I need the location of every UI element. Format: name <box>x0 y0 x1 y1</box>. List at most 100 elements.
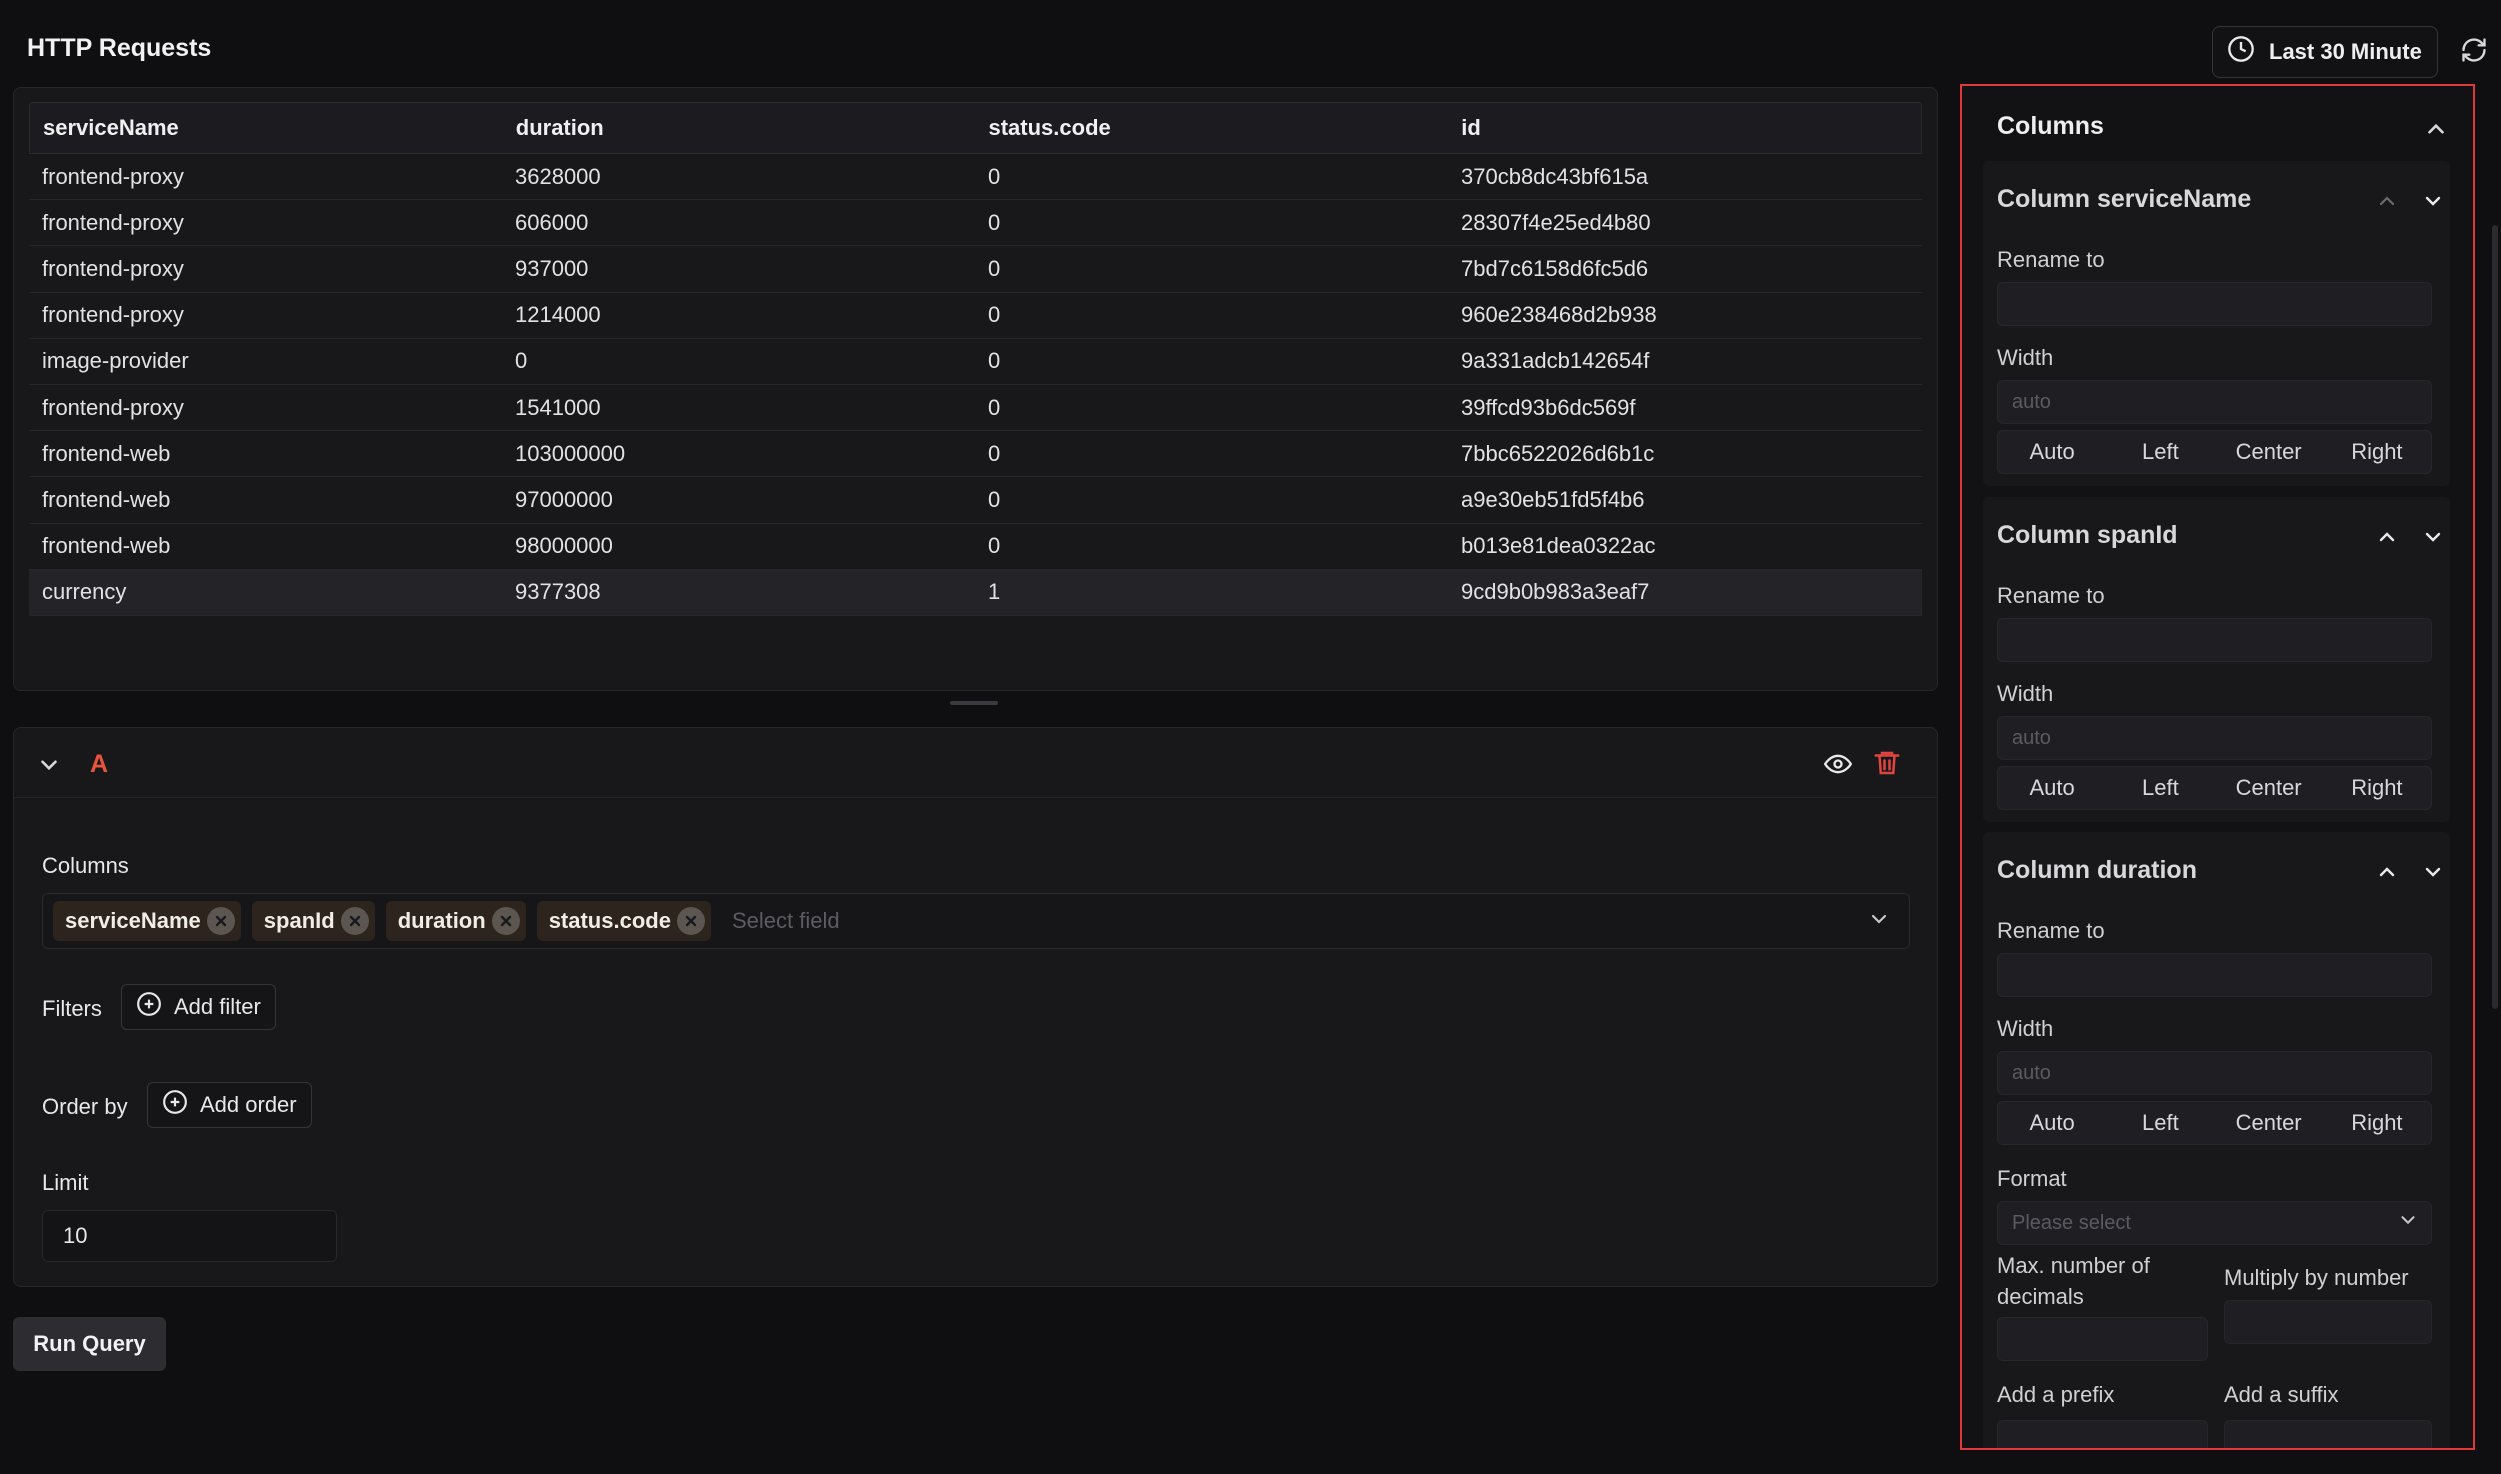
select-field-placeholder[interactable]: Select field <box>732 908 1856 934</box>
chevron-up-icon[interactable] <box>2375 525 2399 554</box>
align-left[interactable]: Left <box>2106 767 2214 809</box>
table-row[interactable]: currency 9377308 1 9cd9b0b983a3eaf7 <box>29 569 1922 616</box>
column-card-spanid: Column spanId Rename to Width auto Auto … <box>1983 497 2450 822</box>
format-placeholder: Please select <box>2012 1211 2131 1234</box>
table-cell: 0 <box>988 255 1001 281</box>
table-cell: b013e81dea0322ac <box>1461 533 1656 559</box>
clock-icon <box>2227 35 2255 69</box>
table-cell: 1 <box>988 579 1001 605</box>
column-header[interactable]: duration <box>503 115 976 141</box>
table-cell: 1541000 <box>515 394 601 420</box>
width-input[interactable]: auto <box>1997 380 2432 424</box>
resize-handle[interactable] <box>950 701 998 705</box>
table-cell: 0 <box>988 486 1001 512</box>
columns-label: Columns <box>42 853 129 878</box>
tag-label: serviceName <box>65 908 201 933</box>
table-row[interactable]: frontend-proxy 1214000 0 960e238468d2b938 <box>29 293 1922 339</box>
refresh-icon[interactable] <box>2460 36 2492 68</box>
limit-label: Limit <box>42 1170 89 1195</box>
align-center[interactable]: Center <box>2215 1102 2323 1144</box>
tag-label: status.code <box>548 908 671 933</box>
table-row[interactable]: frontend-web 97000000 0 a9e30eb51fd5f4b6 <box>29 477 1922 524</box>
scrollbar[interactable] <box>2492 225 2498 1009</box>
format-label: Format <box>1997 1166 2067 1191</box>
close-icon[interactable] <box>676 907 705 935</box>
time-range-button[interactable]: Last 30 Minute <box>2212 26 2438 78</box>
prefix-label: Add a prefix <box>1997 1382 2115 1407</box>
table-cell: 370cb8dc43bf615a <box>1461 163 1649 189</box>
trash-icon[interactable] <box>1872 748 1902 783</box>
close-icon[interactable] <box>340 907 369 935</box>
query-header: A <box>14 728 1937 798</box>
close-icon[interactable] <box>206 907 235 935</box>
chevron-down-icon[interactable] <box>1867 907 1891 936</box>
add-order-label: Add order <box>200 1092 297 1117</box>
decimals-input[interactable] <box>1997 1317 2208 1361</box>
table-cell: image-provider <box>42 348 189 374</box>
chevron-down-icon[interactable] <box>36 752 62 783</box>
table-cell: frontend-proxy <box>42 163 184 189</box>
width-input[interactable]: auto <box>1997 1051 2432 1095</box>
align-left[interactable]: Left <box>2106 431 2214 473</box>
page-title: HTTP Requests <box>27 34 212 62</box>
table-cell: frontend-web <box>42 440 171 466</box>
table-row[interactable]: frontend-web 103000000 0 7bbc6522026d6b1c <box>29 431 1922 478</box>
table-row[interactable]: frontend-proxy 3628000 0 370cb8dc43bf615a <box>29 154 1922 201</box>
multiply-label: Multiply by number <box>2224 1265 2409 1290</box>
chevron-up-icon[interactable] <box>2375 189 2399 218</box>
eye-icon[interactable] <box>1823 750 1853 783</box>
width-label: Width <box>1997 345 2054 370</box>
table-cell: 3628000 <box>515 163 601 189</box>
table-cell: 28307f4e25ed4b80 <box>1461 209 1651 235</box>
table-row[interactable]: frontend-proxy 937000 0 7bd7c6158d6fc5d6 <box>29 246 1922 293</box>
prefix-input[interactable] <box>1997 1420 2208 1448</box>
column-header[interactable]: id <box>1448 115 1921 141</box>
rename-input[interactable] <box>1997 953 2432 997</box>
chevron-down-icon[interactable] <box>2421 525 2445 554</box>
table-cell: 0 <box>988 348 1001 374</box>
query-editor-panel: A Columns serviceName spanId duration st… <box>13 727 1938 1287</box>
multiply-input[interactable] <box>2224 1300 2432 1344</box>
table-cell: 0 <box>515 348 528 374</box>
table-row[interactable]: image-provider 0 0 9a331adcb142654f <box>29 339 1922 385</box>
table-row[interactable]: frontend-web 98000000 0 b013e81dea0322ac <box>29 524 1922 570</box>
align-auto[interactable]: Auto <box>1998 431 2106 473</box>
format-select[interactable]: Please select <box>1997 1201 2432 1245</box>
run-query-button[interactable]: Run Query <box>13 1317 166 1371</box>
chevron-down-icon[interactable] <box>2421 860 2445 889</box>
align-right[interactable]: Right <box>2323 431 2431 473</box>
column-header[interactable]: serviceName <box>30 115 503 141</box>
align-center[interactable]: Center <box>2215 431 2323 473</box>
column-card-duration: Column duration Rename to Width auto Aut… <box>1983 832 2450 1448</box>
limit-input[interactable]: 10 <box>42 1210 337 1262</box>
tag-label: spanId <box>263 908 335 933</box>
align-auto[interactable]: Auto <box>1998 767 2106 809</box>
align-center[interactable]: Center <box>2215 767 2323 809</box>
width-input[interactable]: auto <box>1997 716 2432 760</box>
table-row[interactable]: frontend-proxy 1541000 0 39ffcd93b6dc569f <box>29 385 1922 432</box>
align-right[interactable]: Right <box>2323 1102 2431 1144</box>
chevron-down-icon <box>2397 1209 2419 1237</box>
rename-input[interactable] <box>1997 282 2432 326</box>
align-left[interactable]: Left <box>2106 1102 2214 1144</box>
chevron-up-icon[interactable] <box>2423 116 2449 147</box>
column-header[interactable]: status.code <box>976 115 1449 141</box>
rename-input[interactable] <box>1997 618 2432 662</box>
table-cell: 7bd7c6158d6fc5d6 <box>1461 255 1649 281</box>
rename-label: Rename to <box>1997 247 2105 272</box>
chevron-up-icon[interactable] <box>2375 860 2399 889</box>
columns-multiselect[interactable]: serviceName spanId duration status.code … <box>42 893 1910 949</box>
align-right[interactable]: Right <box>2323 767 2431 809</box>
suffix-input[interactable] <box>2224 1420 2432 1448</box>
add-filter-button[interactable]: Add filter <box>121 984 276 1030</box>
align-auto[interactable]: Auto <box>1998 1102 2106 1144</box>
table-cell: 0 <box>988 163 1001 189</box>
chevron-down-icon[interactable] <box>2421 189 2445 218</box>
close-icon[interactable] <box>491 907 520 935</box>
width-label: Width <box>1997 1016 2054 1041</box>
add-order-button[interactable]: Add order <box>147 1082 312 1128</box>
table-cell: 0 <box>988 440 1001 466</box>
table-cell: currency <box>42 579 127 605</box>
table-row[interactable]: frontend-proxy 606000 0 28307f4e25ed4b80 <box>29 200 1922 247</box>
columns-settings-panel: Columns Column serviceName Rename to Wid… <box>1960 84 2475 1450</box>
